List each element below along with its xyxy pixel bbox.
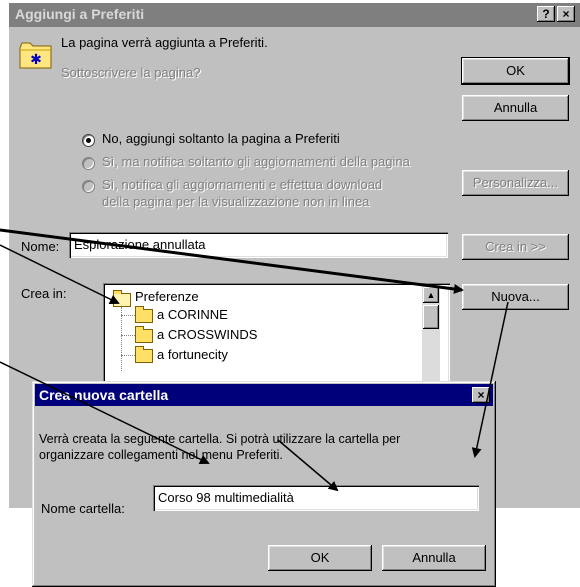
arrow-from-new-button [471, 301, 509, 458]
arrow-to-tree-root [0, 244, 120, 304]
arrow-to-new-button [0, 228, 464, 294]
arrow-to-message [0, 361, 210, 465]
arrow-to-folder-name [277, 439, 339, 492]
annotation-arrows [0, 228, 509, 492]
